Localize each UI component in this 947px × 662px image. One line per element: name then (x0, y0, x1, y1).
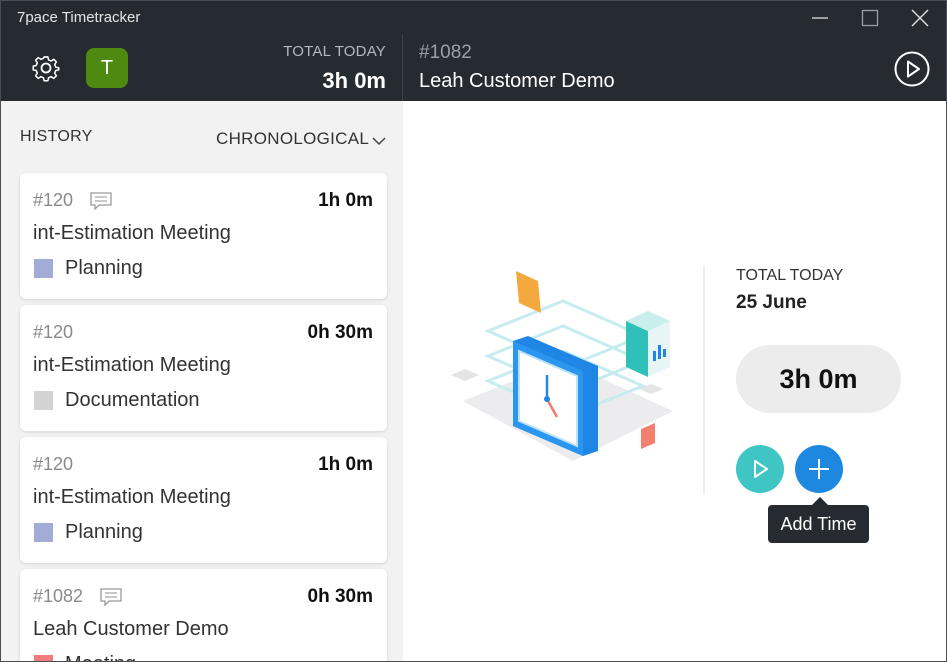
activity-color-swatch (34, 259, 53, 278)
history-entry[interactable]: #120 0h 30m int-Estimation Meeting Docum… (20, 305, 387, 431)
start-tracking-button[interactable] (893, 50, 931, 88)
history-panel: HISTORY CHRONOLOGICAL #120 1h 0m int-Est… (1, 101, 403, 661)
user-avatar[interactable]: T (86, 48, 128, 88)
history-entry[interactable]: #120 1h 0m int-Estimation Meeting Planni… (20, 173, 387, 299)
history-label: HISTORY (20, 128, 93, 145)
title-bar: 7pace Timetracker (1, 1, 946, 34)
entry-duration: 0h 30m (307, 322, 373, 343)
summary-total-label: TOTAL TODAY (736, 267, 844, 284)
activity-color-swatch (34, 655, 53, 661)
header-divider (402, 34, 403, 101)
total-today-label: TOTAL TODAY (283, 43, 386, 60)
entry-id: #120 (33, 454, 74, 474)
maximize-icon (861, 9, 879, 26)
current-item-title[interactable]: Leah Customer Demo (419, 70, 615, 93)
summary-total-value: 3h 0m (736, 345, 901, 413)
window-title: 7pace Timetracker (17, 9, 141, 26)
chevron-down-icon[interactable] (372, 136, 386, 146)
summary-divider (703, 266, 705, 494)
entry-duration: 0h 30m (307, 586, 373, 607)
entry-title: int-Estimation Meeting (33, 354, 231, 376)
start-timer-button[interactable] (736, 445, 784, 493)
entry-id: #120 (33, 322, 74, 342)
summary-panel: TOTAL TODAY 25 June 3h 0m Add Time (403, 101, 946, 661)
minimize-button[interactable] (797, 1, 843, 34)
play-circle-icon (894, 51, 930, 87)
entry-id: #120 (33, 190, 74, 210)
app-window: 7pace Timetracker T TOTAL TODAY 3h 0m #1… (0, 0, 947, 662)
app-header: T TOTAL TODAY 3h 0m #1082 Leah Customer … (1, 34, 946, 101)
add-time-tooltip: Add Time (768, 505, 869, 543)
play-icon (754, 460, 768, 478)
entry-duration: 1h 0m (318, 454, 373, 475)
comment-icon (90, 192, 112, 210)
close-icon (911, 9, 929, 26)
summary-date: 25 June (736, 292, 807, 313)
clock-illustration (451, 271, 673, 461)
tooltip-arrow (812, 497, 828, 505)
close-button[interactable] (897, 1, 943, 34)
minimize-icon (812, 16, 828, 19)
activity-color-swatch (34, 391, 53, 410)
entry-title: int-Estimation Meeting (33, 222, 231, 244)
entry-activity: Documentation (65, 389, 200, 411)
activity-color-swatch (34, 523, 53, 542)
add-time-button[interactable] (795, 445, 843, 493)
entry-activity: Planning (65, 521, 143, 543)
total-today-value: 3h 0m (322, 68, 386, 93)
maximize-button[interactable] (847, 1, 893, 34)
comment-icon (100, 588, 122, 606)
sort-dropdown[interactable]: CHRONOLOGICAL (216, 129, 369, 149)
entry-id: #1082 (33, 586, 84, 606)
entry-activity: Planning (65, 257, 143, 279)
history-entry[interactable]: #1082 0h 30m Leah Customer Demo Meeting (20, 569, 387, 661)
gear-icon (32, 56, 60, 82)
entry-title: Leah Customer Demo (33, 618, 229, 640)
current-item-id[interactable]: #1082 (419, 42, 472, 64)
history-entry[interactable]: #120 1h 0m int-Estimation Meeting Planni… (20, 437, 387, 563)
entry-activity: Meeting (65, 653, 136, 661)
plus-icon (809, 459, 829, 479)
entry-duration: 1h 0m (318, 190, 373, 211)
entry-title: int-Estimation Meeting (33, 486, 231, 508)
settings-button[interactable] (30, 52, 62, 84)
